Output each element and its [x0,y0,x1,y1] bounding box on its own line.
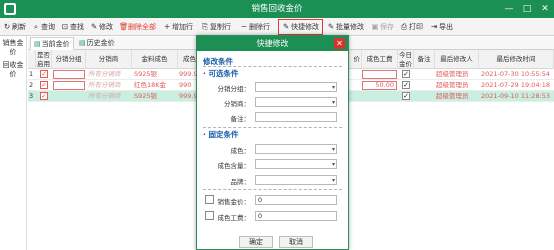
col-mod-time[interactable]: 最后修改时间 [479,50,554,69]
col-labor[interactable]: 成色工费 [362,50,398,69]
batch-edit-button[interactable]: ✎ 批量修改 [326,20,364,34]
window-title: 销售回收金价 [251,4,303,14]
chevron-down-icon: ▾ [331,146,335,153]
trash-icon: 🗑 [119,22,129,31]
label-dealer: 分销商： [224,100,250,108]
today-checkbox[interactable]: ✓ [402,70,410,78]
copy-row-button[interactable]: ⎘ 复制行 [200,20,231,34]
left-nav: 销售金价 回收金价 [0,36,27,250]
pencil-icon: ✎ [90,22,98,31]
labor-cell[interactable]: 50.00 [362,81,397,90]
today-checkbox[interactable]: ✓ [402,81,410,89]
edit-button[interactable]: ✎ 修改 [89,20,113,34]
dealer-select[interactable]: ▾ [255,97,337,107]
brand-select[interactable]: ▾ [255,175,337,185]
today-checkbox[interactable]: ✓ [402,92,410,100]
ok-button[interactable]: 确定 [239,236,273,248]
dialog-title: 快捷修改 [197,36,348,51]
group-cell[interactable] [53,70,85,79]
label-remark: 备注： [230,115,251,123]
query-button[interactable]: ⌕ 查询 [31,20,55,34]
col-modifier[interactable]: 最后修改人 [435,50,479,69]
copy-icon: ⎘ [202,22,208,31]
minus-icon: − [240,22,248,31]
col-dealer[interactable]: 分销商 [86,50,132,69]
save-button[interactable]: ▣保存 [370,20,394,34]
pencil-icon: ✎ [327,22,335,31]
col-today[interactable]: 今日金价 [398,50,414,69]
group-select[interactable]: ▾ [255,82,337,92]
find-icon: ⊡ [61,22,69,31]
printer-icon: ⎙ [401,22,407,31]
export-button[interactable]: ⇥ 导出 [429,20,453,34]
price-checkbox[interactable] [205,195,214,204]
nav-item-sales-price[interactable]: 销售金价 [0,39,26,57]
minimize-icon[interactable]: — [500,0,518,18]
divider [203,189,342,190]
toolbar: ↻ 刷新 ⌕ 查询 ⊡ 查找 ✎ 修改 🗑删除全部 + 增加行 ⎘ 复制行 − 删除行 ✎ 快捷… [0,18,554,36]
price-input[interactable]: 0 [255,195,337,205]
search-icon: ⌕ [33,22,39,31]
print-button[interactable]: ⎙ 打印 [399,20,423,34]
remark-input[interactable] [255,112,337,122]
col-price[interactable]: 价 [348,50,362,69]
color-select[interactable]: ▾ [255,144,337,154]
enabled-checkbox[interactable]: ✓ [40,92,48,100]
pencil-icon: ✎ [282,22,290,31]
labor-cell[interactable] [362,70,397,79]
plus-icon: + [163,22,171,31]
label-content: 成色含量： [217,162,251,170]
chevron-down-icon: ▾ [331,99,335,106]
window-titlebar: 销售回收金价 — □ ✕ [0,0,554,18]
label-group: 分销分组： [217,85,251,93]
save-icon: ▣ [371,22,379,31]
labor-checkbox[interactable] [205,211,214,220]
chevron-down-icon: ▾ [331,84,335,91]
col-num [28,50,36,69]
dialog-close-icon[interactable]: ✕ [334,38,345,49]
close-window-icon[interactable]: ✕ [536,0,554,18]
chevron-down-icon: ▾ [331,161,335,168]
delete-row-button[interactable]: − 删除行 [239,20,270,34]
enabled-checkbox[interactable]: ✓ [40,70,48,78]
nav-item-recycle-price[interactable]: 回收金价 [0,61,26,79]
add-row-button[interactable]: + 增加行 [162,20,193,34]
label-price: 销售金价： [217,198,251,206]
maximize-icon[interactable]: □ [518,0,536,18]
col-gold-color[interactable]: 金料成色 [132,50,178,69]
section-fixed: · 固定条件 [203,130,239,139]
col-group[interactable]: 分销分组 [52,50,86,69]
tab-history-price[interactable]: ▤历史金价 [76,37,118,50]
labor-input[interactable]: 0 [255,211,337,221]
list-icon: ▤ [79,39,86,47]
chevron-down-icon: ▾ [331,177,335,184]
tab-current-price[interactable]: ▤当前金价 [30,37,74,50]
col-enabled[interactable]: 是否启用 [36,50,52,69]
list-icon: ▤ [34,40,41,48]
find-button[interactable]: ⊡ 查找 [60,20,84,34]
label-labor: 成色工费： [217,214,251,222]
delete-all-button[interactable]: 🗑删除全部 [118,20,156,34]
export-icon: ⇥ [430,22,438,31]
group-cell[interactable] [53,81,85,90]
refresh-icon: ↻ [3,22,11,31]
quick-edit-dialog: 快捷修改 ✕ 修改条件 · 可选条件 分销分组： ▾ 分销商： ▾ 备注： · … [196,35,349,250]
content-select[interactable]: ▾ [255,159,337,169]
app-icon [4,3,16,15]
label-color: 成色： [230,147,251,155]
divider [203,127,342,128]
divider [203,66,342,67]
label-brand: 品牌： [230,178,251,186]
enabled-checkbox[interactable]: ✓ [40,81,48,89]
quick-edit-button[interactable]: ✎ 快捷修改 [278,19,323,35]
refresh-button[interactable]: ↻ 刷新 [2,20,26,34]
cancel-button[interactable]: 取消 [279,236,313,248]
section-optional: · 可选条件 [203,69,239,78]
col-remark[interactable]: 备注 [414,50,435,69]
